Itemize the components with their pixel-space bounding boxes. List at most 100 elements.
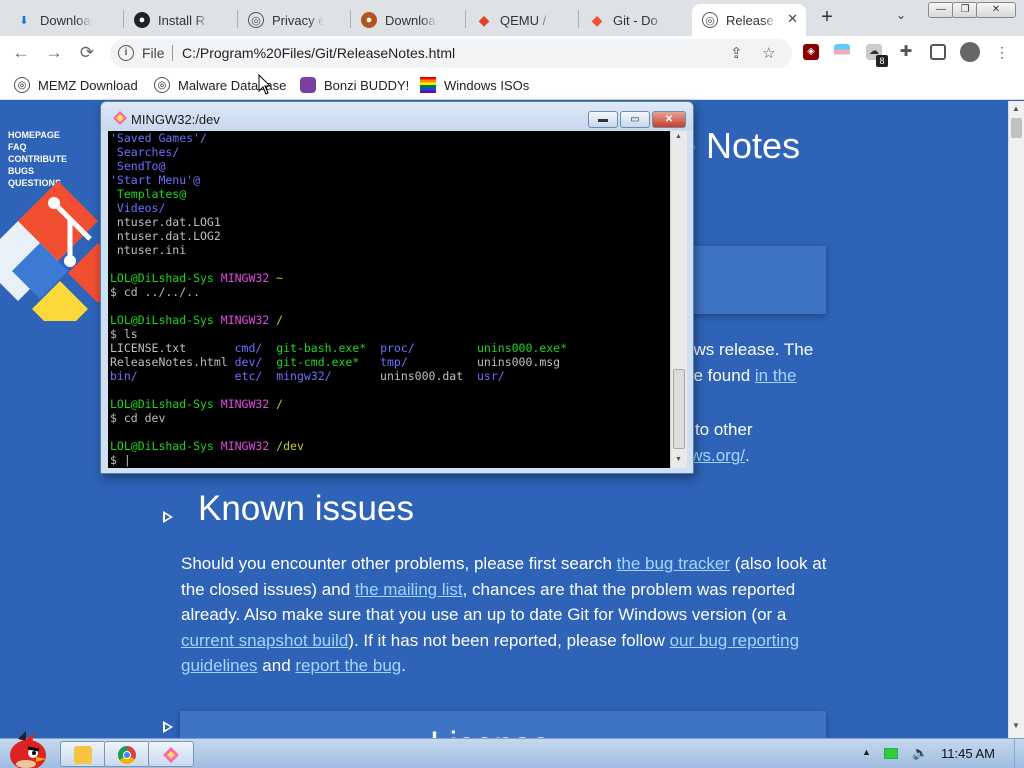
file-explorer-button[interactable] [60, 741, 106, 767]
scroll-down-arrow-icon[interactable]: ▼ [675, 456, 682, 463]
terminal-line: bin/ etc/ mingw32/ unins000.dat usr/ [110, 369, 670, 383]
address-bar[interactable]: i File C:/Program%20Files/Git/ReleaseNot… [110, 39, 792, 68]
tab-release-notes[interactable]: ◎ Release ✕ [692, 4, 806, 36]
ublock-icon[interactable]: ◈ [803, 44, 819, 60]
terminal-text: ReleaseNotes.html [110, 355, 235, 369]
close-window-button[interactable]: ✕ [976, 2, 1016, 18]
scroll-down-arrow-icon[interactable]: ▼ [1012, 721, 1020, 730]
tab-strip: ⬇ Download ● Install R ◎ Privacy e ● Dow… [0, 0, 1024, 36]
scroll-thumb[interactable] [1011, 118, 1022, 138]
url-text[interactable]: C:/Program%20Files/Git/ReleaseNotes.html [182, 45, 455, 61]
terminal-line: $ cd dev [110, 411, 670, 425]
tab-install[interactable]: ● Install R [124, 4, 240, 36]
maximize-button[interactable]: ▭ [620, 111, 650, 128]
nav-link-contribute[interactable]: CONTRIBUTE [8, 153, 67, 165]
in-the-link[interactable]: in the [755, 366, 797, 385]
snapshot-build-link[interactable]: current snapshot build [181, 631, 348, 650]
info-icon[interactable]: i [118, 45, 134, 61]
globe-icon: ◎ [14, 77, 30, 93]
clock[interactable]: 11:45 AM [941, 746, 995, 761]
tab-title: Download [385, 12, 437, 28]
terminal-text: SendTo@ [110, 159, 166, 173]
maximize-button[interactable]: ❐ [952, 2, 978, 18]
bookmark-star-icon[interactable]: ☆ [762, 44, 775, 62]
terminal-scrollbar[interactable]: ▲ ▼ [670, 131, 687, 468]
site-sidebar-nav: HOMEPAGE FAQ CONTRIBUTE BUGS QUESTIONS [8, 129, 67, 189]
reload-button[interactable]: ⟳ [76, 42, 98, 64]
new-tab-button[interactable]: + [816, 6, 838, 28]
terminal-line: Searches/ [110, 145, 670, 159]
terminal-text: dev/ [234, 355, 263, 369]
terminal-text: LOL@DiLshad-Sys [110, 271, 221, 285]
profile-avatar[interactable] [960, 42, 980, 62]
scroll-up-arrow-icon[interactable]: ▲ [675, 133, 682, 140]
bug-tracker-link[interactable]: the bug tracker [617, 554, 730, 573]
close-icon[interactable]: ✕ [787, 11, 798, 27]
side-panel-icon[interactable] [930, 44, 946, 60]
terminal-screen[interactable]: 'Saved Games'/ Searches/ SendTo@ 'Start M… [108, 131, 670, 468]
terminal-text: ntuser.dat.LOG2 [110, 229, 221, 243]
license-heading: License [430, 725, 551, 738]
chrome-button[interactable] [104, 741, 150, 767]
back-button[interactable]: ← [10, 42, 32, 64]
tray-overflow-icon[interactable]: ▲ [862, 747, 871, 757]
page-scrollbar[interactable]: ▲ ▼ [1008, 101, 1024, 738]
menu-kebab-icon[interactable]: ⋮ [994, 44, 1010, 60]
bookmark-label: Bonzi BUDDY! [324, 77, 410, 93]
taskbar: ▲ 🔈 11:45 AM [0, 731, 1024, 768]
report-bug-link[interactable]: report the bug [295, 656, 401, 675]
text-run: Should you encounter other problems, ple… [181, 554, 617, 573]
show-desktop-button[interactable] [1014, 739, 1024, 768]
mingw-terminal-window[interactable]: MINGW32:/dev ▬ ▭ ✕ 'Saved Games'/ Search… [100, 101, 694, 474]
nav-link-bugs[interactable]: BUGS [8, 165, 67, 177]
expand-triangle-icon[interactable] [163, 511, 173, 523]
tab-download[interactable]: ⬇ Download [6, 4, 122, 36]
terminal-text: usr/ [477, 369, 505, 383]
terminal-text: git-cmd.exe* [276, 355, 360, 369]
mouse-cursor-icon [258, 74, 272, 95]
scroll-up-arrow-icon[interactable]: ▲ [1012, 104, 1020, 113]
chevron-down-icon[interactable]: ⌄ [896, 8, 906, 22]
bookmark-windows-isos[interactable]: Windows ISOs [420, 76, 529, 94]
terminal-line: LOL@DiLshad-Sys MINGW32 /dev [110, 439, 670, 453]
forward-button[interactable]: → [43, 42, 65, 64]
share-icon[interactable]: ⇪ [730, 44, 743, 62]
bookmark-memz[interactable]: ◎ MEMZ Download [14, 76, 138, 94]
git-bash-button[interactable] [148, 741, 194, 767]
tab-git-docs[interactable]: ◆ Git - Do [579, 4, 691, 36]
window-title: MINGW32:/dev [131, 112, 220, 127]
volume-icon[interactable]: 🔈 [912, 745, 928, 761]
tab-download-2[interactable]: ● Download [351, 4, 465, 36]
tab-title: Release [726, 12, 774, 28]
minimize-button[interactable]: — [928, 2, 954, 18]
git-bash-icon [113, 111, 127, 125]
terminal-line: Templates@ [110, 187, 670, 201]
nav-link-faq[interactable]: FAQ [8, 141, 67, 153]
minimize-button[interactable]: ▬ [588, 111, 618, 128]
terminal-line: $ cd ../../.. [110, 285, 670, 299]
puzzle-icon[interactable]: ✚ [898, 44, 914, 60]
globe-icon: ◎ [248, 12, 264, 28]
window-titlebar[interactable]: MINGW32:/dev ▬ ▭ ✕ [101, 102, 693, 130]
site-icon: ● [361, 12, 377, 28]
terminal-text: MINGW32 [220, 271, 277, 285]
angry-bird-start-icon[interactable] [4, 729, 50, 768]
tab-qemu[interactable]: ◆ QEMU / [466, 4, 578, 36]
mailing-list-link[interactable]: the mailing list [355, 580, 463, 599]
url-scheme-label: File [142, 45, 165, 61]
close-button[interactable]: ✕ [652, 111, 686, 128]
bookmark-bonzi[interactable]: Bonzi BUDDY! [300, 76, 409, 94]
terminal-text: ntuser.dat.LOG1 [110, 215, 221, 229]
expand-triangle-icon[interactable] [163, 721, 173, 733]
github-icon: ● [134, 12, 150, 28]
terminal-text: tmp/ [380, 355, 408, 369]
scroll-thumb[interactable] [673, 369, 685, 449]
battery-icon[interactable] [884, 748, 898, 759]
tab-privacy[interactable]: ◎ Privacy e [238, 4, 350, 36]
text-run: ). If it has not been reported, please f… [348, 630, 670, 650]
terminal-line: $ | [110, 453, 670, 467]
extension-flag-icon[interactable] [834, 44, 850, 60]
terminal-text: cmd/ [234, 341, 263, 355]
nav-link-homepage[interactable]: HOMEPAGE [8, 129, 67, 141]
